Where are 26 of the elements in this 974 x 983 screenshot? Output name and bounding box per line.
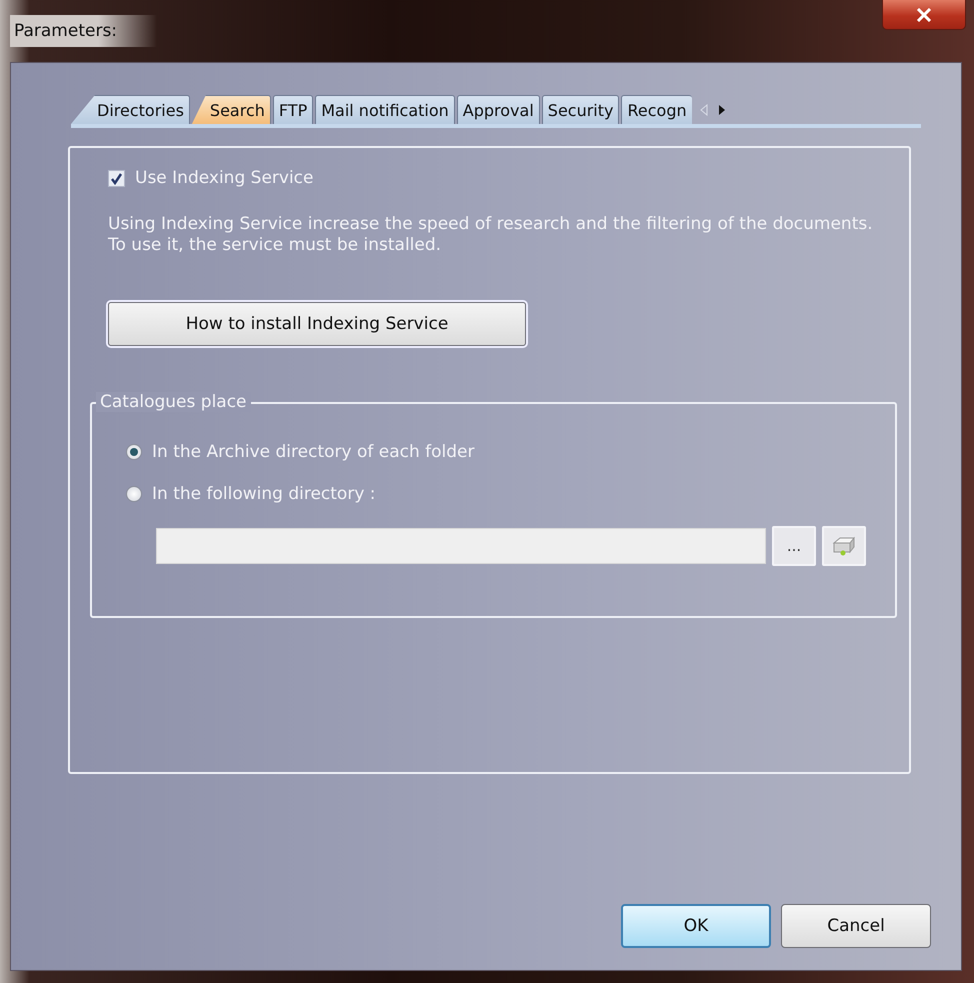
tab[interactable]: Mail notification	[315, 95, 455, 124]
window-title: Parameters:	[10, 15, 158, 47]
scroll-right-icon[interactable]	[718, 104, 726, 116]
tab[interactable]: Directories	[71, 95, 190, 124]
tab[interactable]: FTP	[272, 95, 314, 124]
tab[interactable]: Approval	[456, 95, 540, 124]
cancel-button[interactable]: Cancel	[781, 904, 931, 948]
folder-button[interactable]	[822, 526, 866, 566]
drive-icon	[831, 535, 857, 557]
checkbox[interactable]	[108, 170, 125, 186]
tab[interactable]: Security	[542, 95, 620, 124]
description-text: Using Indexing Service increase the speed of research and the filtering of the documents. To use it, the service must be installed.	[108, 214, 874, 256]
checkbox-label: Use Indexing Service	[135, 168, 314, 188]
group-title: Catalogues place	[96, 392, 251, 412]
radio-label: In the Archive directory of each folder	[152, 442, 475, 462]
radio-button[interactable]	[126, 444, 142, 460]
close-button[interactable]	[882, 0, 966, 30]
directory-field[interactable]	[156, 528, 766, 564]
tab[interactable]: Search	[192, 95, 271, 124]
ok-button[interactable]: OK	[621, 904, 771, 948]
install-help-button[interactable]: How to install Indexing Service	[108, 302, 526, 346]
browse-button[interactable]: ...	[772, 526, 816, 566]
radio-label: In the following directory :	[152, 484, 376, 504]
tab[interactable]: Recogn	[621, 95, 692, 124]
radio-button[interactable]	[126, 486, 142, 502]
close-icon	[916, 8, 932, 22]
